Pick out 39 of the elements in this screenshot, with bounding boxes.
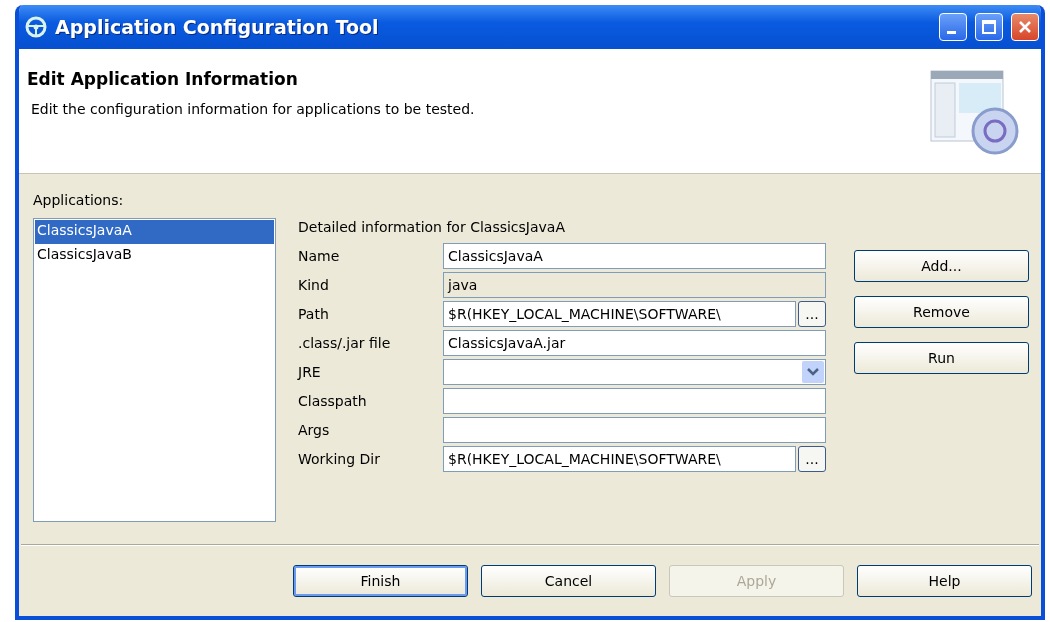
- application-item[interactable]: ClassicsJavaB: [35, 244, 274, 268]
- close-icon: [1018, 20, 1032, 34]
- dropdown-field[interactable]: [443, 359, 826, 385]
- browse-button[interactable]: ...: [798, 301, 826, 327]
- application-item[interactable]: ClassicsJavaA: [35, 220, 274, 244]
- dialog-button[interactable]: Help: [857, 565, 1032, 597]
- text-field[interactable]: [443, 417, 826, 443]
- browse-button[interactable]: ...: [798, 446, 826, 472]
- window-title: Application Configuration Tool: [55, 16, 380, 38]
- text-field[interactable]: [443, 388, 826, 414]
- text-field[interactable]: $R(HKEY_LOCAL_MACHINE\SOFTWARE\: [443, 301, 796, 327]
- close-button[interactable]: [1011, 13, 1039, 41]
- minimize-button[interactable]: [939, 13, 967, 41]
- minimize-icon: [946, 30, 956, 34]
- dialog-button[interactable]: Finish: [293, 565, 468, 597]
- field-label: Working Dir: [298, 451, 381, 467]
- field-label: Args: [298, 422, 331, 438]
- applications-label: Applications:: [33, 192, 125, 208]
- text-field[interactable]: $R(HKEY_LOCAL_MACHINE\SOFTWARE\: [443, 446, 796, 472]
- steering-wheel-icon: [25, 16, 47, 38]
- action-button[interactable]: Remove: [854, 296, 1029, 328]
- action-button[interactable]: Add...: [854, 250, 1029, 282]
- header-title: Edit Application Information: [27, 69, 299, 89]
- readonly-field: java: [443, 272, 826, 298]
- action-button[interactable]: Run: [854, 342, 1029, 374]
- field-label: Kind: [298, 277, 330, 293]
- maximize-icon: [982, 20, 996, 34]
- field-label: Classpath: [298, 393, 368, 409]
- text-field[interactable]: ClassicsJavaA: [443, 243, 826, 269]
- field-label: Name: [298, 248, 341, 264]
- field-label: JRE: [298, 364, 322, 380]
- details-title: Detailed information for ClassicsJavaA: [298, 219, 566, 235]
- header-description: Edit the configuration information for applications to be tested.: [30, 101, 476, 117]
- field-label: .class/.jar file: [298, 335, 392, 351]
- maximize-button[interactable]: [975, 13, 1003, 41]
- text-field[interactable]: ClassicsJavaA.jar: [443, 330, 826, 356]
- dialog-button[interactable]: Cancel: [481, 565, 656, 597]
- chevron-down-icon: [802, 361, 824, 383]
- field-label: Path: [298, 306, 330, 322]
